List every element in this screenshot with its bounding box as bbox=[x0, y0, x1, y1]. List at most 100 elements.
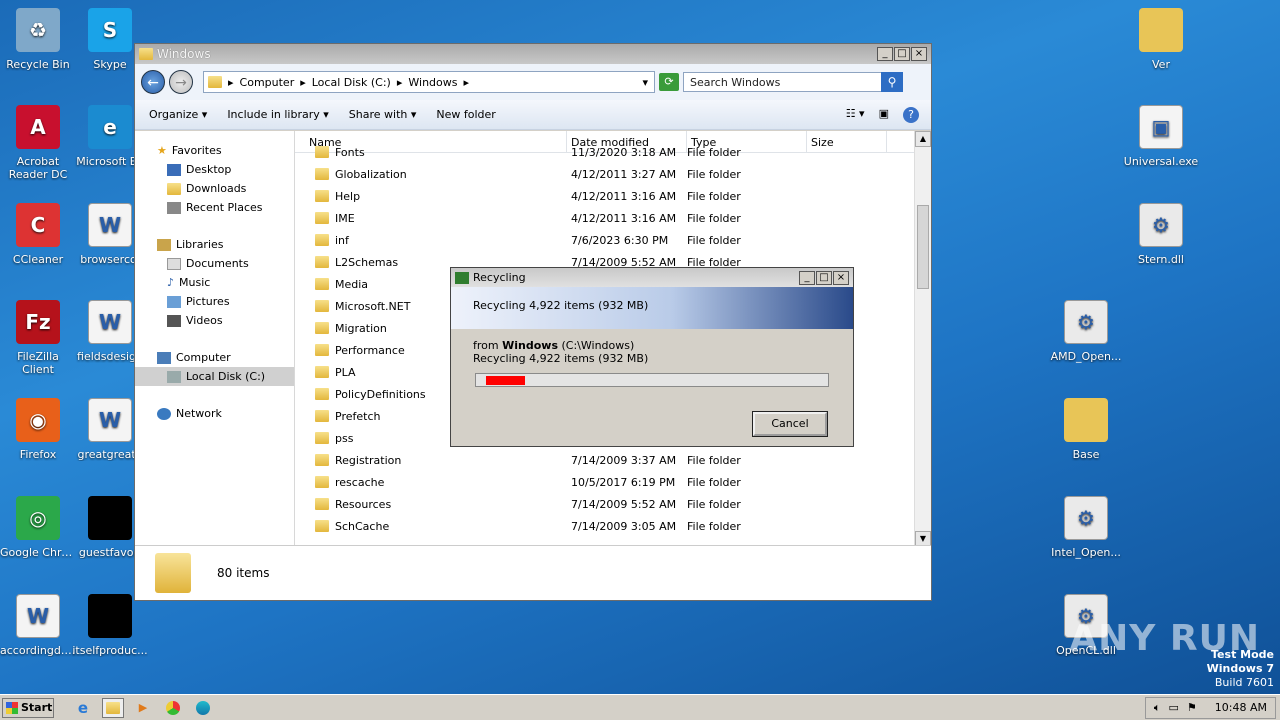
recycle-bin-icon: ♻ bbox=[16, 8, 60, 52]
desktop-icon-right-0[interactable]: Ver bbox=[1123, 8, 1199, 71]
breadcrumb-computer[interactable]: Computer bbox=[240, 76, 295, 89]
table-row[interactable]: Globalization 4/12/2011 3:27 AM File folde… bbox=[295, 163, 931, 185]
desktop-icon-left-13[interactable]: itselfproduc... bbox=[72, 594, 148, 657]
breadcrumb-localdisk[interactable]: Local Disk (C:) bbox=[312, 76, 391, 89]
chrome-icon[interactable] bbox=[162, 698, 184, 718]
table-row[interactable]: SchCache 7/14/2009 3:05 AM File folder bbox=[295, 515, 931, 537]
desktop-icon-left-10[interactable]: ◎ Google Chrome bbox=[0, 496, 76, 559]
desktop-icon-left-0[interactable]: ♻ Recycle Bin bbox=[0, 8, 76, 71]
folder-icon bbox=[315, 168, 329, 180]
help-icon[interactable]: ? bbox=[903, 106, 919, 123]
desktop-icon-right-5[interactable]: ⚙ Intel_Open... bbox=[1048, 496, 1124, 559]
nav-recent[interactable]: Recent Places bbox=[135, 198, 294, 217]
file-date: 7/14/2009 3:05 AM bbox=[571, 519, 677, 533]
address-bar[interactable]: ▸ Computer ▸ Local Disk (C:) ▸ Windows ▸… bbox=[203, 71, 655, 93]
dll-icon: ⚙ bbox=[1064, 496, 1108, 540]
dialog-titlebar[interactable]: Recycling _ □ × bbox=[451, 268, 853, 287]
desktop-icon-left-2[interactable]: A Acrobat Reader DC bbox=[0, 105, 76, 181]
ie-icon[interactable]: e bbox=[72, 698, 94, 718]
edge-icon: e bbox=[88, 105, 132, 149]
file-name: Globalization bbox=[335, 167, 407, 181]
table-row[interactable]: inf 7/6/2023 6:30 PM File folder bbox=[295, 229, 931, 251]
desktop-icon-label: Ver bbox=[1152, 58, 1170, 71]
dialog-title: Recycling bbox=[473, 271, 526, 284]
vertical-scrollbar[interactable]: ▲ ▼ bbox=[914, 131, 931, 547]
column-size[interactable]: Size bbox=[807, 131, 887, 152]
nav-desktop[interactable]: Desktop bbox=[135, 160, 294, 179]
organize-menu[interactable]: Organize ▾ bbox=[149, 108, 207, 121]
new-folder-button[interactable]: New folder bbox=[436, 108, 495, 121]
explorer-taskbar-icon[interactable] bbox=[102, 697, 124, 718]
nav-local-disk[interactable]: Local Disk (C:) bbox=[135, 367, 294, 386]
edge-icon[interactable] bbox=[192, 698, 214, 718]
from-folder: Windows bbox=[502, 339, 558, 352]
nav-libraries[interactable]: Libraries bbox=[135, 235, 294, 254]
nav-documents[interactable]: Documents bbox=[135, 254, 294, 273]
close-button[interactable]: × bbox=[911, 47, 927, 61]
share-with-menu[interactable]: Share with ▾ bbox=[349, 108, 417, 121]
table-row[interactable]: Resources 7/14/2009 5:52 AM File folder bbox=[295, 493, 931, 515]
volume-icon[interactable]: 🔈︎ bbox=[1154, 701, 1161, 715]
desktop-icon-label: AMD_Open... bbox=[1050, 350, 1122, 363]
folder-icon bbox=[315, 146, 329, 158]
minimize-button[interactable]: _ bbox=[799, 270, 815, 285]
view-options-icon[interactable]: ☷ ▾ bbox=[846, 107, 865, 123]
cancel-button[interactable]: Cancel bbox=[752, 411, 828, 437]
file-type: File folder bbox=[687, 145, 741, 159]
maximize-button[interactable]: □ bbox=[894, 47, 910, 61]
desktop-icon-right-2[interactable]: ⚙ Stern.dll bbox=[1123, 203, 1199, 266]
desktop-icon-left-6[interactable]: Fz FileZilla Client bbox=[0, 300, 76, 376]
folder-icon bbox=[315, 344, 329, 356]
network-tray-icon[interactable]: ▭ bbox=[1169, 701, 1179, 714]
nav-downloads[interactable]: Downloads bbox=[135, 179, 294, 198]
nav-favorites[interactable]: ★ Favorites bbox=[135, 141, 294, 160]
explorer-titlebar[interactable]: Windows _ □ × bbox=[135, 44, 931, 64]
back-button[interactable]: ← bbox=[141, 70, 165, 94]
folder-icon bbox=[315, 388, 329, 400]
start-button[interactable]: Start bbox=[2, 697, 54, 718]
desktop-icon-right-1[interactable]: ▣ Universal.exe bbox=[1123, 105, 1199, 168]
nav-pictures[interactable]: Pictures bbox=[135, 292, 294, 311]
clock[interactable]: 10:48 AM bbox=[1215, 701, 1267, 714]
folder-icon bbox=[1064, 398, 1108, 442]
table-row[interactable]: Registration 7/14/2009 3:37 AM File folder bbox=[295, 449, 931, 471]
include-library-menu[interactable]: Include in library ▾ bbox=[227, 108, 328, 121]
item-count: 80 items bbox=[217, 566, 270, 580]
status-bar: 80 items bbox=[135, 545, 931, 600]
desktop-icon-left-8[interactable]: ◉ Firefox bbox=[0, 398, 76, 461]
nav-music[interactable]: ♪ Music bbox=[135, 273, 294, 292]
table-row[interactable]: IME 4/12/2011 3:16 AM File folder bbox=[295, 207, 931, 229]
maximize-button[interactable]: □ bbox=[816, 270, 832, 285]
file-date: 4/12/2011 3:16 AM bbox=[571, 211, 677, 225]
minimize-button[interactable]: _ bbox=[877, 47, 893, 61]
folder-icon bbox=[315, 212, 329, 224]
chevron-down-icon[interactable]: ▾ bbox=[642, 76, 648, 89]
file-name: Media bbox=[335, 277, 369, 291]
refresh-button[interactable]: ⟳ bbox=[659, 73, 679, 91]
desktop-icon-right-4[interactable]: Base bbox=[1048, 398, 1124, 461]
desktop-icon-left-4[interactable]: C CCleaner bbox=[0, 203, 76, 266]
forward-button[interactable]: → bbox=[169, 70, 193, 94]
preview-pane-icon[interactable]: ▣ bbox=[879, 107, 889, 123]
computer-icon bbox=[157, 351, 171, 364]
file-type: File folder bbox=[687, 475, 741, 489]
close-button[interactable]: × bbox=[833, 270, 849, 285]
nav-computer[interactable]: Computer bbox=[135, 348, 294, 367]
media-player-icon[interactable]: ▶ bbox=[132, 698, 154, 718]
desktop-icon-left-12[interactable]: Waccordingd.rtf bbox=[0, 594, 76, 657]
file-name: Migration bbox=[335, 321, 387, 335]
table-row[interactable]: Help 4/12/2011 3:16 AM File folder bbox=[295, 185, 931, 207]
breadcrumb-windows[interactable]: Windows bbox=[408, 76, 457, 89]
desktop-icon-right-3[interactable]: ⚙ AMD_Open... bbox=[1048, 300, 1124, 363]
scroll-thumb[interactable] bbox=[917, 205, 929, 289]
nav-network[interactable]: Network bbox=[135, 404, 294, 423]
word-doc-icon: W bbox=[16, 594, 60, 638]
scroll-up-arrow[interactable]: ▲ bbox=[915, 131, 931, 147]
flag-icon[interactable]: ⚑ bbox=[1187, 701, 1197, 714]
recycling-dialog[interactable]: Recycling _ □ × Recycling 4,922 items (9… bbox=[450, 267, 854, 447]
search-icon[interactable]: ⚲ bbox=[881, 72, 903, 92]
search-input[interactable]: Search Windows ⚲ bbox=[683, 72, 903, 92]
nav-videos[interactable]: Videos bbox=[135, 311, 294, 330]
table-row[interactable]: rescache 10/5/2017 6:19 PM File folder bbox=[295, 471, 931, 493]
file-name: rescache bbox=[335, 475, 385, 489]
